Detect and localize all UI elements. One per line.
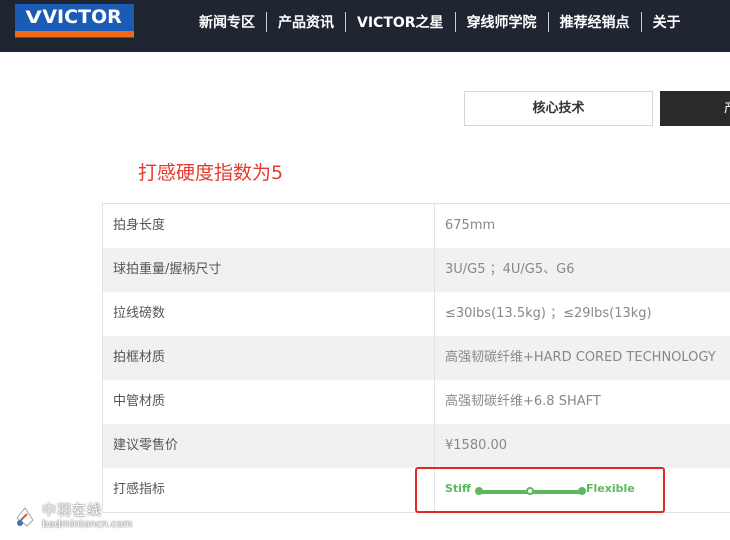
- hardness-heading: 打感硬度指数为5: [138, 162, 284, 184]
- tab-core-technology[interactable]: 核心技术: [464, 91, 653, 126]
- table-row: 拍框材质 高强韧碳纤维+HARD CORED TECHNOLOGY: [103, 336, 730, 380]
- top-nav-bar: VVICTOR 新闻专区 产品资讯 VICTOR之星 穿线师学院 推荐经销点 关…: [0, 0, 730, 52]
- spec-label: 拉线磅数: [103, 292, 435, 336]
- watermark-cn: 中羽在线: [42, 503, 102, 519]
- table-row: 球拍重量/握柄尺寸 3U/G5 ；4U/G5、G6: [103, 248, 730, 292]
- watermark: 中羽在线 badmintoncn.com: [14, 504, 132, 531]
- tab-products[interactable]: 产: [660, 91, 730, 126]
- nav-news[interactable]: 新闻专区: [188, 12, 266, 32]
- logo-text[interactable]: VVICTOR: [15, 4, 134, 31]
- shuttlecock-icon: [14, 506, 36, 528]
- nav-products[interactable]: 产品资讯: [267, 12, 345, 32]
- spec-label: 拍框材质: [103, 336, 435, 380]
- table-row: 中管材质 高强韧碳纤维+6.8 SHAFT: [103, 380, 730, 424]
- spec-value: ¥1580.00: [445, 438, 508, 453]
- spec-value: 高强韧碳纤维+HARD CORED TECHNOLOGY: [445, 350, 716, 365]
- spec-value: 3U/G5 ；4U/G5、G6: [445, 262, 575, 277]
- spec-label: 拍身长度: [103, 204, 435, 248]
- spec-value: ≤30lbs(13.5kg) ；≤29lbs(13kg): [445, 306, 652, 321]
- table-row: 拉线磅数 ≤30lbs(13.5kg) ；≤29lbs(13kg): [103, 292, 730, 336]
- nav-about[interactable]: 关于: [642, 12, 692, 32]
- nav-stringer-academy[interactable]: 穿线师学院: [456, 12, 548, 32]
- highlight-box: [415, 467, 665, 513]
- nav-dealers[interactable]: 推荐经销点: [549, 12, 641, 32]
- nav-victor-stars[interactable]: VICTOR之星: [346, 12, 455, 32]
- watermark-en: badmintoncn.com: [42, 519, 133, 530]
- spec-label: 打感指标: [103, 468, 435, 512]
- logo-v-mark-icon: V: [25, 8, 42, 28]
- spec-label: 球拍重量/握柄尺寸: [103, 248, 435, 292]
- table-row: 拍身长度 675mm: [103, 204, 730, 248]
- spec-label: 中管材质: [103, 380, 435, 424]
- spec-label: 建议零售价: [103, 424, 435, 468]
- spec-value: 675mm: [445, 218, 496, 233]
- spec-value: 高强韧碳纤维+6.8 SHAFT: [445, 394, 601, 409]
- logo-wordmark: VICTOR: [42, 6, 122, 28]
- main-nav: 新闻专区 产品资讯 VICTOR之星 穿线师学院 推荐经销点 关于: [188, 10, 692, 34]
- table-row: 建议零售价 ¥1580.00: [103, 424, 730, 468]
